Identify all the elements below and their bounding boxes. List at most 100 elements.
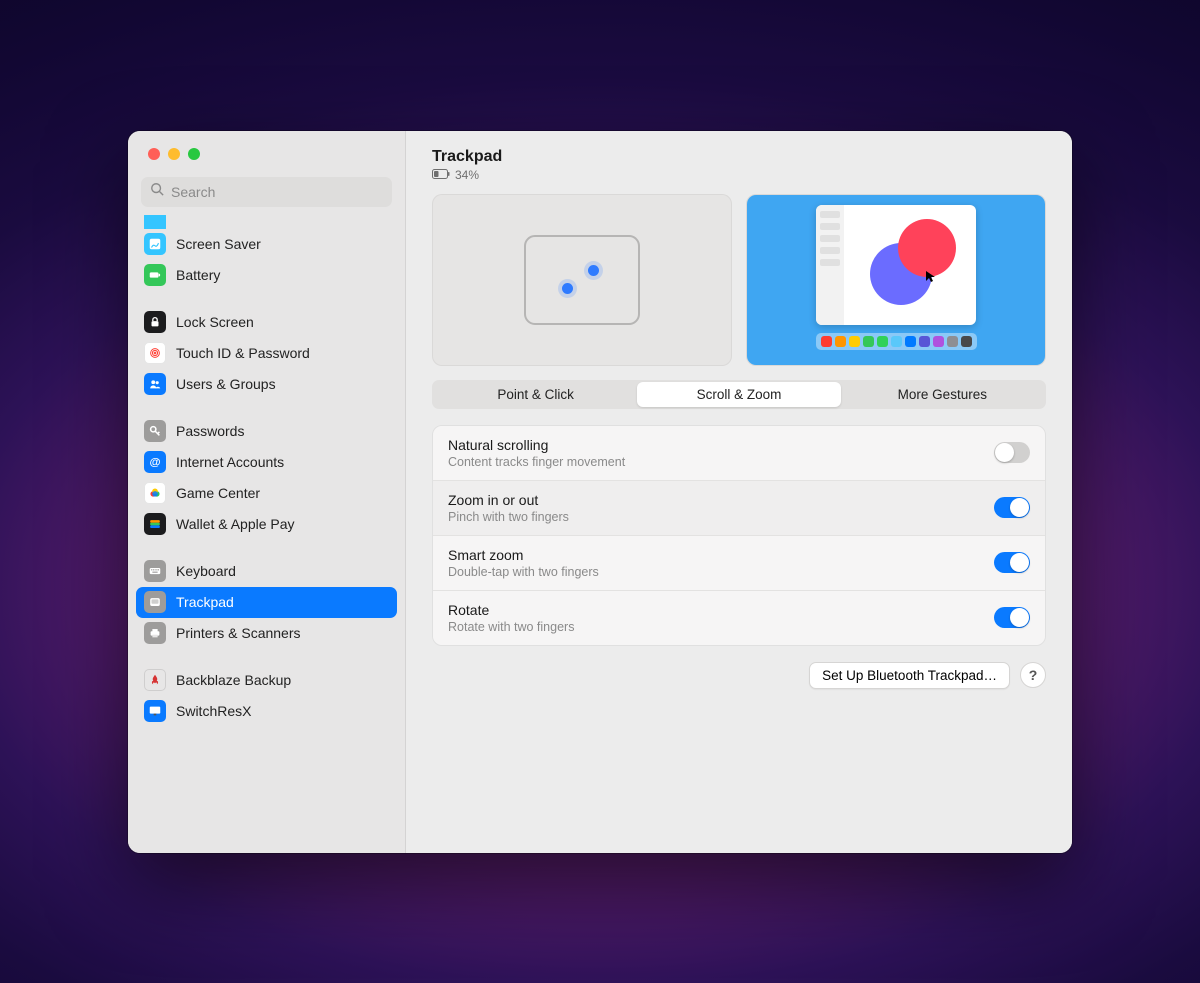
setup-bluetooth-trackpad-button[interactable]: Set Up Bluetooth Trackpad… (809, 662, 1010, 689)
dock-app-icon (863, 336, 874, 347)
touch-indicator-icon (588, 265, 599, 276)
sidebar-item-lock-screen[interactable]: Lock Screen (136, 307, 397, 338)
sidebar-item-keyboard[interactable]: Keyboard (136, 556, 397, 587)
fingerprint-icon (144, 342, 166, 364)
trackpad-icon (144, 591, 166, 613)
search-input[interactable] (171, 184, 383, 200)
printer-icon (144, 622, 166, 644)
sidebar-item-label: Game Center (176, 485, 260, 501)
sidebar-item-touch-id-password[interactable]: Touch ID & Password (136, 338, 397, 369)
sidebar-item-label: Touch ID & Password (176, 345, 310, 361)
sidebar-item-wallet-apple-pay[interactable]: Wallet & Apple Pay (136, 509, 397, 540)
sidebar-item-partial[interactable] (136, 215, 397, 229)
setting-subtitle: Content tracks finger movement (448, 455, 625, 469)
setting-row-smart-zoom: Smart zoom Double-tap with two fingers (433, 536, 1045, 591)
sidebar-item-label: Battery (176, 267, 220, 283)
dock-app-icon (835, 336, 846, 347)
setting-subtitle: Rotate with two fingers (448, 620, 574, 634)
sidebar-item-label: Trackpad (176, 594, 234, 610)
tab-scroll-zoom[interactable]: Scroll & Zoom (637, 382, 840, 407)
sidebar-item-label: SwitchResX (176, 703, 251, 719)
system-settings-window: Screen Saver Battery Lock Screen Touch ID &… (128, 131, 1072, 853)
tab-bar: Point & ClickScroll & ZoomMore Gestures (432, 380, 1046, 409)
tab-point-click[interactable]: Point & Click (434, 382, 637, 407)
main-pane: Trackpad 34% (406, 131, 1072, 853)
fullscreen-window-button[interactable] (188, 148, 200, 160)
toggle-rotate[interactable] (994, 607, 1030, 628)
battery-status: 34% (432, 168, 1046, 182)
window-controls (128, 131, 405, 177)
setting-subtitle: Pinch with two fingers (448, 510, 569, 524)
sidebar-item-label: Keyboard (176, 563, 236, 579)
setting-title: Smart zoom (448, 547, 599, 563)
sidebar: Screen Saver Battery Lock Screen Touch ID &… (128, 131, 406, 853)
battery-icon (432, 168, 450, 182)
red-circle-icon (898, 219, 956, 277)
wallet-icon (144, 513, 166, 535)
at-icon: @ (144, 451, 166, 473)
keyboard-icon (144, 560, 166, 582)
dock-app-icon (919, 336, 930, 347)
pane-header: Trackpad 34% (432, 148, 1046, 182)
help-button[interactable]: ? (1020, 662, 1046, 688)
setting-title: Rotate (448, 602, 574, 618)
minimize-window-button[interactable] (168, 148, 180, 160)
switchresx-icon (144, 700, 166, 722)
sidebar-item-label: Users & Groups (176, 376, 276, 392)
sidebar-item-label: Printers & Scanners (176, 625, 301, 641)
setting-row-rotate: Rotate Rotate with two fingers (433, 591, 1045, 645)
sidebar-item-label: Passwords (176, 423, 244, 439)
sidebar-item-passwords[interactable]: Passwords (136, 416, 397, 447)
search-icon (150, 182, 164, 201)
dock-app-icon (905, 336, 916, 347)
gamecenter-icon (144, 482, 166, 504)
sidebar-item-battery[interactable]: Battery (136, 260, 397, 291)
setting-title: Natural scrolling (448, 437, 625, 453)
backblaze-icon (144, 669, 166, 691)
setting-title: Zoom in or out (448, 492, 569, 508)
sidebar-item-trackpad[interactable]: Trackpad (136, 587, 397, 618)
trackpad-gesture-preview (432, 194, 732, 366)
sidebar-item-label: Internet Accounts (176, 454, 284, 470)
key-icon (144, 420, 166, 442)
toggle-zoom-in-or-out[interactable] (994, 497, 1030, 518)
search-field[interactable] (141, 177, 392, 207)
sidebar-item-label: Wallet & Apple Pay (176, 516, 295, 532)
trackpad-outline-graphic (524, 235, 640, 325)
dock-app-icon (891, 336, 902, 347)
dock-app-icon (821, 336, 832, 347)
battery-icon (144, 264, 166, 286)
battery-percent: 34% (455, 168, 479, 182)
cursor-icon (926, 271, 936, 283)
sidebar-item-printers-scanners[interactable]: Printers & Scanners (136, 618, 397, 649)
setting-row-natural-scrolling: Natural scrolling Content tracks finger m… (433, 426, 1045, 481)
sidebar-item-users-groups[interactable]: Users & Groups (136, 369, 397, 400)
users-icon (144, 373, 166, 395)
settings-list: Natural scrolling Content tracks finger m… (432, 425, 1046, 646)
sidebar-item-internet-accounts[interactable]: @ Internet Accounts (136, 447, 397, 478)
lock-icon (144, 311, 166, 333)
mini-dock-graphic (816, 333, 977, 350)
setting-subtitle: Double-tap with two fingers (448, 565, 599, 579)
sidebar-item-label: Lock Screen (176, 314, 254, 330)
sidebar-item-backblaze-backup[interactable]: Backblaze Backup (136, 665, 397, 696)
sidebar-item-switchresx[interactable]: SwitchResX (136, 696, 397, 727)
sidebar-item-game-center[interactable]: Game Center (136, 478, 397, 509)
sidebar-item-label: Backblaze Backup (176, 672, 291, 688)
screen-result-preview (746, 194, 1046, 366)
setting-row-zoom-in-or-out: Zoom in or out Pinch with two fingers (433, 481, 1045, 536)
pane-footer: Set Up Bluetooth Trackpad… ? (432, 662, 1046, 689)
sidebar-item-screen-saver[interactable]: Screen Saver (136, 229, 397, 260)
dock-app-icon (849, 336, 860, 347)
svg-text:@: @ (149, 457, 160, 469)
sidebar-list[interactable]: Screen Saver Battery Lock Screen Touch ID &… (128, 213, 405, 853)
tab-more-gestures[interactable]: More Gestures (841, 382, 1044, 407)
screensaver-icon (144, 233, 166, 255)
dock-app-icon (933, 336, 944, 347)
dock-app-icon (877, 336, 888, 347)
toggle-smart-zoom[interactable] (994, 552, 1030, 573)
close-window-button[interactable] (148, 148, 160, 160)
touch-indicator-icon (562, 283, 573, 294)
toggle-natural-scrolling[interactable] (994, 442, 1030, 463)
preview-row (432, 194, 1046, 366)
